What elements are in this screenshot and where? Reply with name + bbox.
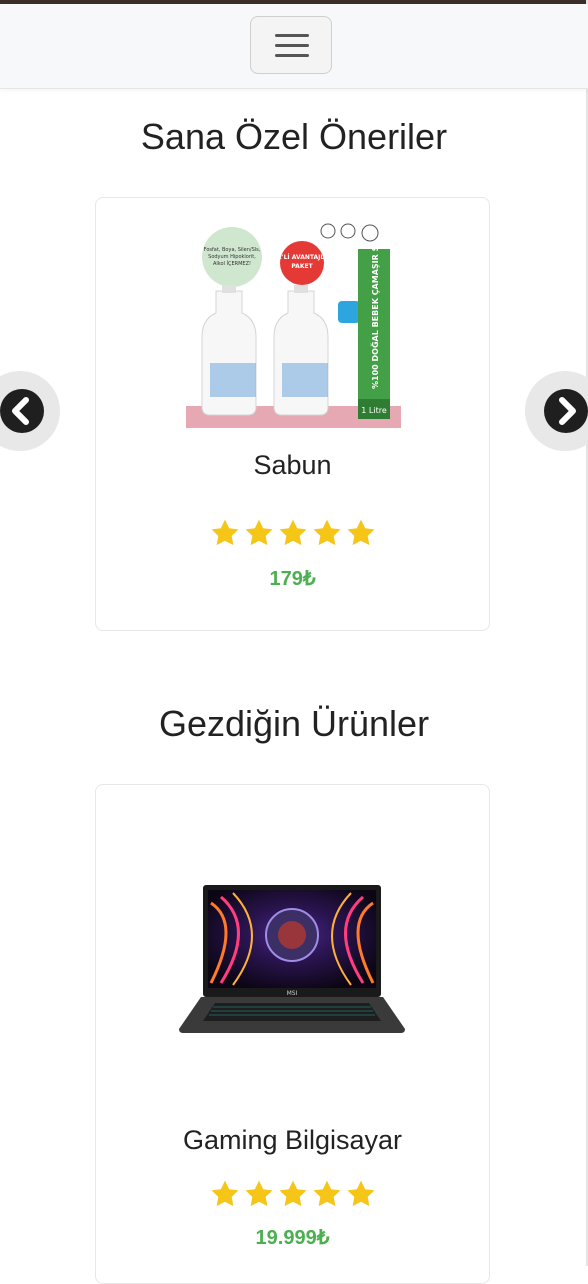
svg-text:PAKET: PAKET xyxy=(291,263,313,270)
product-name[interactable]: Gaming Bilgisayar xyxy=(96,1125,489,1156)
star-icon xyxy=(279,519,306,546)
carousel-prev-button[interactable] xyxy=(0,371,60,451)
product-image: MSI xyxy=(179,885,405,1033)
svg-text:Alkol İÇERMEZ!: Alkol İÇERMEZ! xyxy=(213,260,251,267)
star-icon xyxy=(347,1180,374,1207)
star-icon xyxy=(313,1180,340,1207)
chevron-right-icon xyxy=(559,397,576,425)
product-price: 179₺ xyxy=(269,568,316,590)
svg-text:1 Litre: 1 Litre xyxy=(361,406,387,415)
rating-stars xyxy=(96,1178,489,1212)
star-icon xyxy=(347,519,374,546)
star-icon xyxy=(245,1180,272,1207)
svg-text:Fosfat, Boya, Silen/Sls,: Fosfat, Boya, Silen/Sls, xyxy=(204,247,261,253)
recommendations-title: Sana Özel Öneriler xyxy=(140,116,448,157)
svg-text:2'Lİ AVANTAJLI: 2'Lİ AVANTAJLI xyxy=(278,254,327,261)
svg-text:%100 DOĞAL BEBEK ÇAMAŞIR SABUN: %100 DOĞAL BEBEK ÇAMAŞIR SABUNU xyxy=(369,223,380,389)
viewed-product-card[interactable]: MSI Gaming Bilgisayar 19.999₺ xyxy=(95,784,490,1284)
product-name[interactable]: Sabun xyxy=(96,450,489,481)
product-price: 19.999₺ xyxy=(255,1227,330,1249)
chevron-left-icon xyxy=(12,397,29,425)
product-image: Fosfat, Boya, Silen/Sls, Sodyum Hipoklor… xyxy=(186,223,401,428)
star-icon xyxy=(245,519,272,546)
rating-stars xyxy=(96,517,489,551)
navbar-toggler-button[interactable] xyxy=(250,16,332,74)
svg-text:Sodyum Hipoklorit,: Sodyum Hipoklorit, xyxy=(208,254,256,260)
star-icon xyxy=(279,1180,306,1207)
viewed-products-title: Gezdiğin Ürünler xyxy=(158,703,430,744)
star-icon xyxy=(313,519,340,546)
carousel-next-button[interactable] xyxy=(525,371,588,451)
star-icon xyxy=(211,1180,238,1207)
recommended-product-card[interactable]: Fosfat, Boya, Silen/Sls, Sodyum Hipoklor… xyxy=(95,197,490,631)
navbar xyxy=(0,4,588,89)
brand-logo-text: MSI xyxy=(287,990,298,997)
star-icon xyxy=(211,519,238,546)
